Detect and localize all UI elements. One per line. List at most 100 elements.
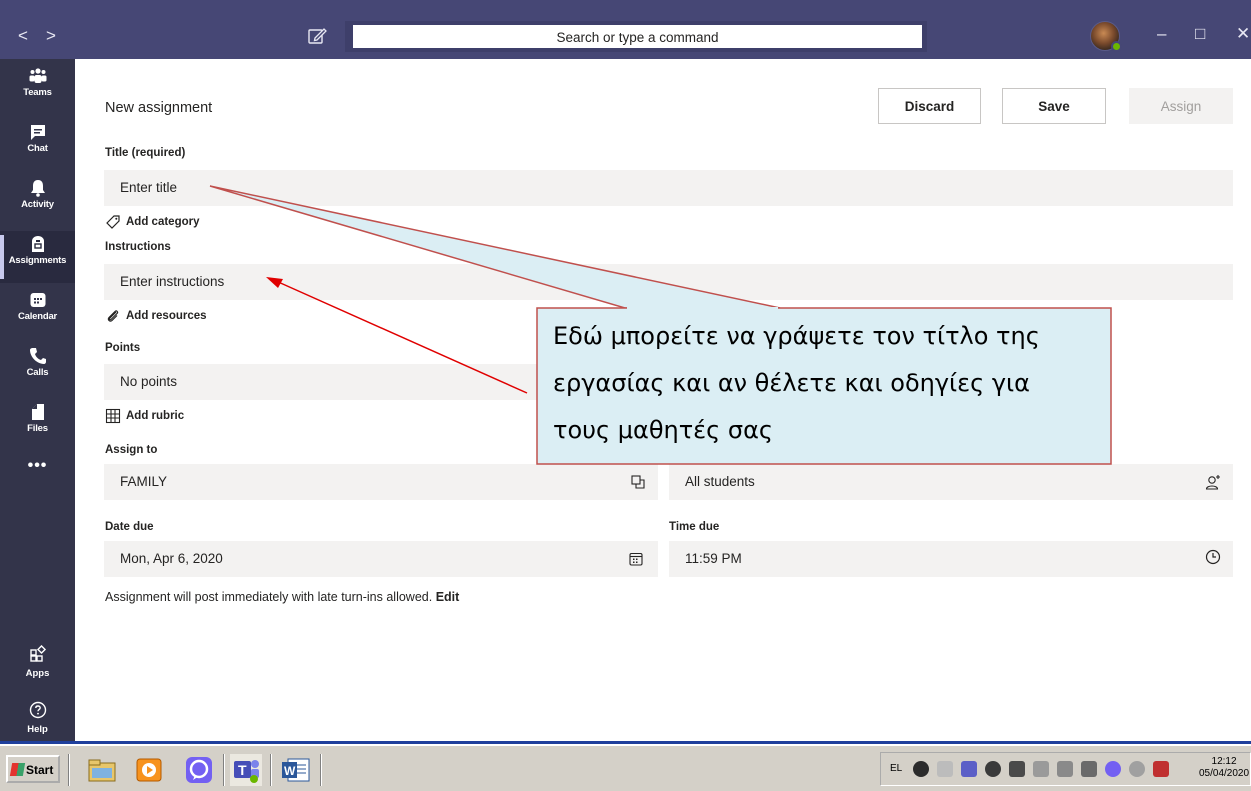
title-label: Title (required) [105,147,186,159]
chat-icon [30,125,45,140]
taskbar-divider [68,754,70,786]
clock-icon [1205,549,1221,565]
file-explorer-icon[interactable] [86,754,118,786]
more-apps-icon[interactable]: ••• [0,457,75,475]
title-bar: < > Search or type a command – □ ✕ [0,0,1251,59]
volume-tray-icon[interactable] [1057,761,1073,777]
instructions-label: Instructions [105,241,171,253]
viber-tray-icon[interactable] [1105,761,1121,777]
assign-to-label: Assign to [105,444,158,456]
rail-item-teams[interactable]: Teams [0,63,75,115]
add-person-icon [1205,475,1220,490]
signal-tray-icon[interactable] [1081,761,1097,777]
calendar-icon [629,552,643,566]
rail-item-chat[interactable]: Chat [0,119,75,171]
rail-label: Calls [26,367,49,378]
date-due-label: Date due [105,521,154,533]
students-select[interactable]: All students [669,464,1233,500]
post-schedule-text: Assignment will post immediately with la… [105,590,436,604]
rail-item-activity[interactable]: Activity [0,175,75,227]
phone-icon [29,348,46,364]
paperclip-icon [107,310,119,322]
viber-icon[interactable] [183,754,215,786]
word-icon[interactable]: W [280,754,312,786]
callout-line: τους μαθητές σας [553,416,773,444]
rail-label: Activity [21,199,54,210]
discard-button[interactable]: Discard [878,88,981,124]
class-select[interactable]: FAMILY [104,464,658,500]
browser-tray-icon[interactable] [985,761,1001,777]
date-due-value: Mon, Apr 6, 2020 [120,551,223,566]
time-due-label: Time due [669,521,720,533]
forward-button[interactable]: > [46,26,56,46]
clock-date: 05/04/2020 [1199,768,1250,779]
svg-text:T: T [238,762,247,778]
callout-line: εργασίας και αν θέλετε και οδηγίες για [553,369,1030,397]
search-input[interactable]: Search or type a command [345,21,927,52]
taskbar-divider [223,754,225,786]
title-input[interactable]: Enter title [104,170,1233,206]
avatar[interactable] [1090,21,1122,52]
teams-icon [29,68,46,83]
rail-label: Calendar [17,311,58,322]
rail-label: Teams [23,87,52,98]
network-tray-icon[interactable] [937,761,953,777]
language-indicator[interactable]: EL [890,763,902,774]
time-due-input[interactable]: 11:59 PM [669,541,1233,577]
clock[interactable]: 12:12 05/04/2020 [1199,756,1249,780]
add-resources-label: Add resources [126,310,207,322]
instructions-input[interactable]: Enter instructions [104,264,1233,300]
students-value: All students [685,474,755,489]
teams-taskbar-icon[interactable]: T [230,754,262,786]
rail-item-help[interactable]: Help [0,701,75,735]
grid-icon [105,408,121,424]
system-tray: EL 12:12 05/04/2020 [880,752,1251,786]
sync-tray-icon[interactable] [1129,761,1145,777]
windows-logo-icon [9,763,26,776]
rail-item-apps[interactable]: Apps [0,644,75,679]
callout-text: Εδώ μπορείτε να γράψετε τον τίτλο της ερ… [537,313,1107,454]
close-button[interactable]: ✕ [1236,24,1250,44]
start-label: Start [26,763,54,777]
calendar-icon [30,293,45,307]
rail-item-calls[interactable]: Calls [0,343,75,395]
assign-button[interactable]: Assign [1129,88,1233,124]
add-category-label: Add category [126,216,200,228]
minimize-button[interactable]: – [1157,24,1166,44]
rail-label: Apps [25,668,50,679]
display-tray-icon[interactable] [1009,761,1025,777]
assignments-icon [31,236,44,252]
rail-label: Help [27,724,48,735]
points-label: Points [105,342,141,354]
start-button[interactable]: Start [6,755,60,783]
compose-icon[interactable] [306,25,328,47]
page-title: New assignment [105,100,213,116]
maximize-button[interactable]: □ [1195,24,1205,44]
help-tray-icon[interactable] [913,761,929,777]
points-value: No points [120,374,178,389]
post-schedule-note: Assignment will post immediately with la… [105,590,459,604]
help-icon [29,701,46,719]
instructions-placeholder: Enter instructions [120,274,225,289]
apps-icon [29,644,46,662]
rail-label: Files [27,423,48,434]
security-tray-icon[interactable] [1153,761,1169,777]
rail-item-files[interactable]: Files [0,399,75,451]
device-tray-icon[interactable] [1033,761,1049,777]
date-due-input[interactable]: Mon, Apr 6, 2020 [104,541,658,577]
clock-time: 12:12 [1211,756,1237,767]
taskbar-divider [270,754,272,786]
media-player-icon[interactable] [133,754,165,786]
rail-item-calendar[interactable]: Calendar [0,287,75,339]
save-button[interactable]: Save [1002,88,1106,124]
edit-schedule-link[interactable]: Edit [436,590,460,604]
presence-available-icon [1111,41,1122,52]
add-rubric-label: Add rubric [126,410,185,422]
rail-item-assignments[interactable]: Assignments [0,231,75,283]
class-value: FAMILY [120,474,168,489]
taskbar-divider [320,754,322,786]
copy-icon [631,475,645,489]
back-button[interactable]: < [18,26,28,46]
teams-tray-icon[interactable] [961,761,977,777]
time-due-value: 11:59 PM [685,551,742,566]
